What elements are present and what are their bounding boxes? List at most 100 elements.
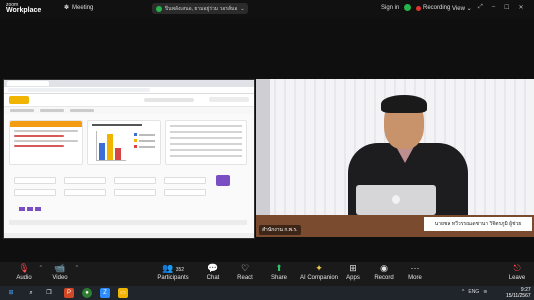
react-label: React (237, 275, 253, 281)
meeting-icon: ✽ (64, 5, 70, 11)
chat-icon: 💬 (207, 263, 219, 273)
meeting-topic: ปิ่นพลังเสนอ, ยามอยู่ร่วม วอรส์มอ (165, 5, 238, 12)
text-line (14, 140, 79, 142)
ai-companion-button[interactable]: ✦ AI Companion (298, 262, 340, 281)
filter-input[interactable] (114, 177, 156, 184)
share-button[interactable]: ⬆ Share (269, 262, 289, 281)
search-button[interactable] (216, 175, 230, 186)
video-stage: นายชล ทวีวรรณเดชานา วิจิตรภูมิ ผู้ช่วย ส… (0, 17, 534, 262)
audio-button[interactable]: 🎙 Audio ^ (12, 262, 42, 281)
header-search[interactable] (144, 98, 194, 102)
chart-bar (99, 143, 106, 160)
search-icon[interactable]: ⌕ (26, 288, 36, 298)
filter-input[interactable] (64, 177, 106, 184)
more-icon: ⋯ (410, 263, 420, 273)
video-off-icon: 📹 (54, 263, 66, 273)
meeting-info-banner[interactable]: ปิ่นพลังเสนอ, ยามอยู่ร่วม วอรส์มอ ⌄ (152, 3, 248, 14)
action-button[interactable] (27, 207, 33, 211)
nameplate: นายชล ทวีวรรณเดชานา วิจิตรภูมิ ผู้ช่วย (424, 217, 532, 231)
heart-icon: ♡ (240, 263, 250, 273)
sparkle-icon: ✦ (315, 263, 323, 273)
dashboard-cards (9, 120, 247, 165)
web-subnav (4, 107, 254, 114)
ai-companion-label: AI Companion (299, 275, 339, 281)
leave-button[interactable]: ⎋ Leave (507, 262, 527, 281)
share-label: Share (270, 275, 287, 281)
window-controls: ⤢ – ☐ ✕ (478, 4, 524, 11)
participants-button[interactable]: 👥 352 Participants (156, 262, 190, 281)
logo-line2: Workplace (6, 7, 42, 14)
audio-label: Audio (16, 275, 32, 281)
participants-icon: 👥 352 (161, 263, 185, 273)
bar-chart (96, 131, 127, 161)
web-app-header (4, 94, 254, 107)
react-button[interactable]: ♡ React (235, 262, 255, 281)
user-menu[interactable] (209, 97, 249, 102)
participants-count: 352 (175, 267, 185, 273)
video-label: Video (52, 275, 68, 281)
subnav-item[interactable] (70, 109, 94, 112)
video-button[interactable]: 📹 Video ^ (48, 262, 78, 281)
chat-label: Chat (206, 275, 220, 281)
action-button[interactable] (35, 207, 41, 211)
share-screen-icon: ⬆ (275, 263, 283, 273)
windows-start-icon[interactable]: ⊞ (6, 288, 16, 298)
windows-taskbar: ⊞ ⌕ ❐ P ● Z ▭ ^ ENG ≋ 9:27 15/11/2567 (0, 286, 534, 300)
maximize-icon[interactable]: ☐ (504, 4, 509, 11)
powerpoint-icon[interactable]: P (64, 288, 74, 298)
more-button[interactable]: ⋯ More (405, 262, 425, 281)
action-button[interactable] (19, 207, 25, 211)
table-lines (166, 125, 246, 157)
shared-screen[interactable] (3, 79, 255, 239)
wifi-icon[interactable]: ≋ (483, 289, 487, 295)
apple-logo-icon (392, 195, 400, 204)
filter-input[interactable] (164, 189, 206, 196)
record-button[interactable]: ◉ Record (373, 262, 395, 281)
record-dot-icon (416, 5, 421, 11)
speaker-video[interactable]: นายชล ทวีวรรณเดชานา วิจิตรภูมิ ผู้ช่วย ส… (256, 79, 534, 237)
meeting-toolbar: 🎙 Audio ^ 📹 Video ^ 👥 352 Participants 💬 Chat … (0, 262, 534, 286)
clock-date: 15/11/2567 (506, 293, 531, 299)
browser-address-bar (4, 87, 254, 94)
text-line (14, 135, 64, 137)
more-label: More (408, 275, 422, 281)
minimize-icon[interactable]: – (492, 4, 495, 11)
filter-input[interactable] (14, 189, 56, 196)
task-view-icon[interactable]: ❐ (44, 288, 54, 298)
filter-input[interactable] (164, 177, 206, 184)
file-explorer-icon[interactable]: ▭ (118, 288, 128, 298)
record-icon: ◉ (380, 263, 388, 273)
action-buttons (19, 207, 41, 211)
filter-input[interactable] (114, 189, 156, 196)
encryption-icon[interactable] (404, 4, 411, 11)
chevron-up-icon[interactable]: ^ (462, 289, 464, 295)
chrome-icon[interactable]: ● (82, 288, 92, 298)
chart-legend (134, 133, 158, 151)
site-logo (9, 96, 29, 104)
sign-in-button[interactable]: Sign in (381, 5, 399, 11)
taskbar-clock[interactable]: 9:27 15/11/2567 (506, 287, 531, 299)
subnav-item[interactable] (10, 109, 34, 112)
meeting-tab[interactable]: ✽ Meeting (64, 4, 94, 12)
view-button[interactable]: View ⌄ (452, 5, 472, 12)
participants-label: Participants (157, 275, 189, 281)
filter-input[interactable] (14, 177, 56, 184)
zoom-taskbar-icon[interactable]: Z (100, 288, 110, 298)
chart-title (92, 124, 143, 126)
text-line (14, 130, 79, 132)
url-field[interactable] (8, 88, 150, 92)
close-icon[interactable]: ✕ (519, 4, 524, 11)
filter-input[interactable] (64, 189, 106, 196)
chat-button[interactable]: 💬 Chat (203, 262, 223, 281)
chevron-down-icon: ⌄ (240, 5, 245, 12)
meeting-label: Meeting (72, 4, 94, 11)
taskbar-lang[interactable]: ENG (468, 289, 479, 295)
apps-icon: ⊞ (349, 263, 357, 273)
subnav-item[interactable] (40, 109, 64, 112)
view-label: View (452, 6, 465, 12)
browser-tab[interactable] (7, 81, 49, 86)
apps-button[interactable]: ⊞ Apps (344, 262, 362, 281)
fullscreen-icon[interactable]: ⤢ (478, 4, 483, 11)
table-card (165, 120, 247, 165)
recording-indicator[interactable]: Recording (416, 5, 450, 11)
